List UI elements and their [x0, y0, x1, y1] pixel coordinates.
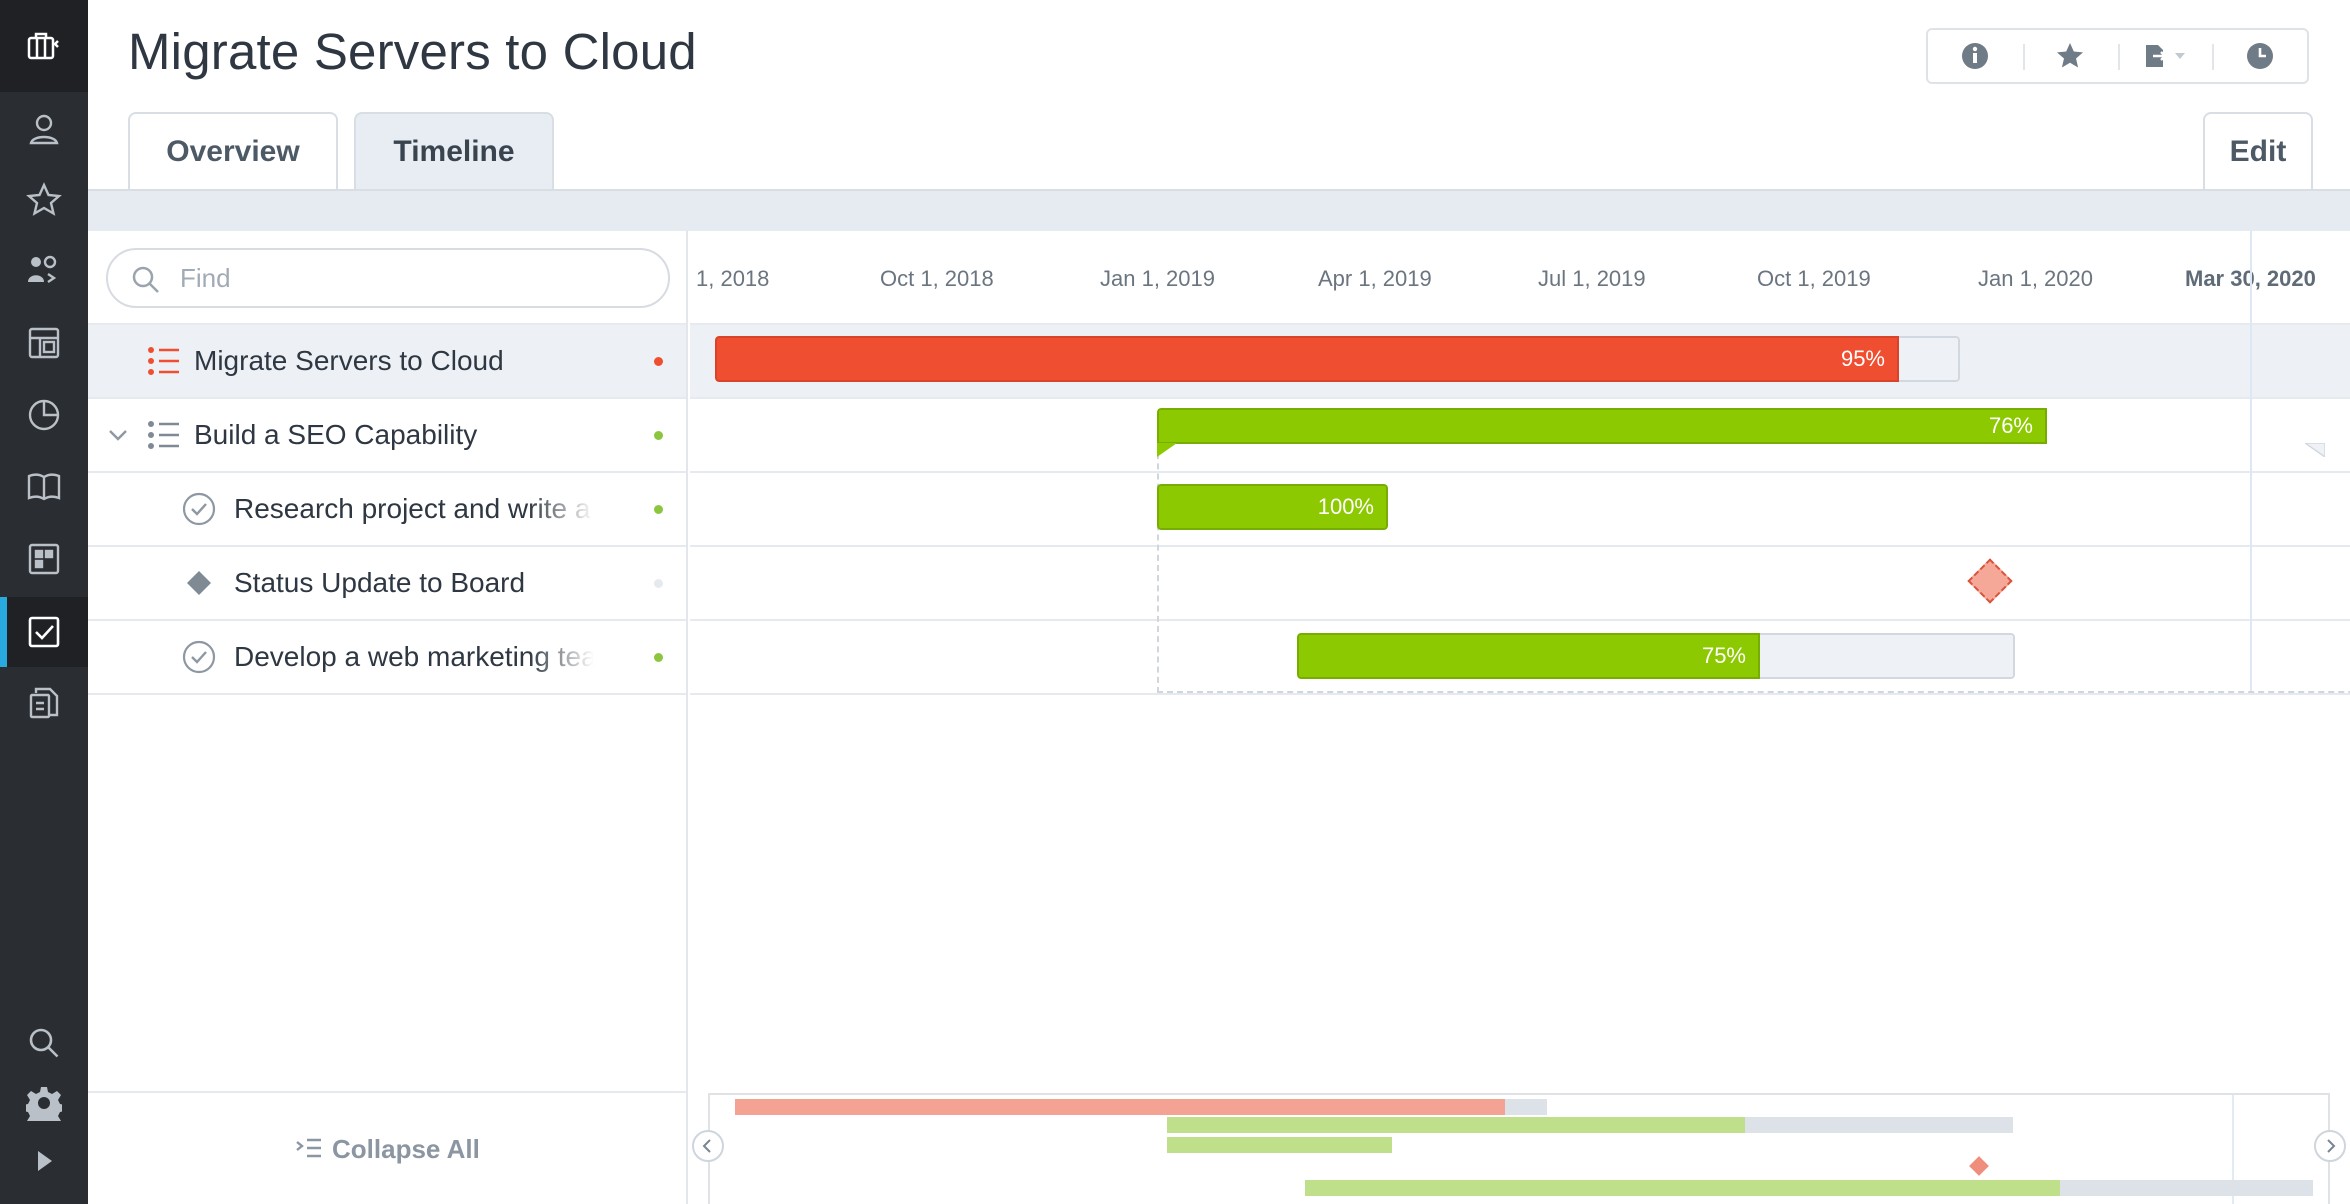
history-button[interactable]: [2212, 30, 2307, 82]
user-icon[interactable]: [0, 94, 88, 164]
panel-footer-divider: [88, 1091, 686, 1093]
chevron-down-icon[interactable]: [106, 423, 130, 447]
status-dot: [654, 579, 663, 588]
task-name: Migrate Servers to Cloud: [194, 345, 504, 376]
documents-icon[interactable]: [0, 668, 88, 738]
chevron-right-icon: [2327, 1139, 2336, 1153]
project-list-icon: [148, 421, 179, 449]
gantt-bar[interactable]: 100%: [1157, 484, 1388, 530]
axis-tick: Oct 1, 2019: [1757, 266, 1871, 291]
tab-overview[interactable]: Overview: [128, 112, 338, 190]
progress-label: 95%: [1840, 346, 1885, 371]
export-icon: [2145, 45, 2185, 67]
layout-icon[interactable]: [0, 308, 88, 378]
axis-tick: Jan 1, 2019: [1100, 266, 1215, 291]
bar-remaining: [1898, 336, 1960, 382]
overview-bar: [1167, 1117, 1745, 1133]
task-name: Research project and write a report: [234, 493, 594, 524]
gantt-bar[interactable]: 95%: [715, 336, 1960, 382]
collapse-icon: [296, 1138, 321, 1158]
sidebar: [0, 0, 88, 1204]
tab-timeline[interactable]: Timeline: [354, 112, 554, 190]
status-dot: [654, 357, 663, 366]
edit-button[interactable]: Edit: [2203, 112, 2313, 190]
star-icon[interactable]: [0, 165, 88, 235]
status-dot: [654, 505, 663, 514]
search-input[interactable]: [180, 258, 650, 298]
milestone-diamond-icon: [187, 571, 211, 595]
collapse-all-button[interactable]: Collapse All: [294, 1129, 480, 1169]
task-row[interactable]: Status Update to Board: [88, 545, 686, 619]
project-list-icon: [148, 347, 179, 375]
axis-tick: Jan 1, 2020: [1978, 266, 2093, 291]
task-row[interactable]: Research project and write a report: [88, 471, 686, 545]
expand-icon[interactable]: [0, 1126, 88, 1196]
axis-tick: Jul 1, 2019: [1538, 266, 1646, 291]
gantt-summary-bar[interactable]: 76%: [1157, 408, 2350, 444]
axis-tick: 1, 2018: [696, 266, 770, 291]
task-row[interactable]: Build a SEO Capability: [88, 397, 686, 471]
overview-milestone: [1969, 1156, 1989, 1176]
chevron-left-icon: [702, 1139, 711, 1153]
collapse-all-label: Collapse All: [332, 1133, 480, 1164]
timeline-axis: 1, 2018 Oct 1, 2018 Jan 1, 2019 Apr 1, 2…: [690, 231, 2350, 325]
task-name: Develop a web marketing team: [234, 641, 594, 672]
progress-label: 75%: [1701, 643, 1746, 668]
check-circle-icon[interactable]: [182, 640, 216, 674]
axis-tick: Oct 1, 2018: [880, 266, 994, 291]
bar-remaining: [1759, 633, 2015, 679]
page-title: Migrate Servers to Cloud: [128, 23, 697, 80]
task-list-panel: Migrate Servers to Cloud Build a SEO Cap…: [88, 231, 688, 1204]
overview-bar: [1305, 1180, 2060, 1196]
search-icon: [132, 266, 159, 293]
overview-bar-remaining: [2060, 1180, 2313, 1196]
task-row[interactable]: Develop a web marketing team: [88, 619, 686, 695]
checkbox-icon[interactable]: [0, 597, 88, 667]
check-circle-icon[interactable]: [182, 492, 216, 526]
favorite-button[interactable]: [2022, 30, 2118, 82]
pie-chart-icon[interactable]: [0, 380, 88, 450]
summary-notch-left: [1157, 443, 1177, 457]
toolbar: [1926, 28, 2309, 84]
progress-label: 76%: [1988, 413, 2033, 438]
info-icon: [1962, 43, 1989, 69]
export-button[interactable]: [2117, 30, 2213, 82]
info-button[interactable]: [1928, 30, 2023, 82]
overview-bar-remaining: [1745, 1117, 2013, 1133]
task-name: Status Update to Board: [234, 567, 526, 598]
gantt-bar[interactable]: 75%: [1297, 633, 2015, 679]
task-row[interactable]: Migrate Servers to Cloud: [88, 323, 686, 397]
search-box: [106, 248, 670, 308]
scroll-left-button[interactable]: [692, 1130, 724, 1162]
book-icon[interactable]: [0, 452, 88, 522]
tab-content-band: [88, 189, 2350, 231]
timeline-overview[interactable]: [708, 1093, 2330, 1204]
dashboard-icon[interactable]: [0, 524, 88, 594]
task-name: Build a SEO Capability: [194, 419, 478, 450]
overview-bar-remaining: [1505, 1099, 1547, 1115]
status-dot: [654, 431, 663, 440]
people-icon[interactable]: [0, 235, 88, 305]
star-icon: [2057, 43, 2084, 68]
axis-tick: Apr 1, 2019: [1318, 266, 1432, 291]
clock-icon: [2246, 43, 2273, 69]
progress-label: 100%: [1317, 494, 1374, 519]
gantt-timeline[interactable]: 1, 2018 Oct 1, 2018 Jan 1, 2019 Apr 1, 2…: [690, 231, 2350, 1204]
status-dot: [654, 653, 663, 662]
scroll-right-button[interactable]: [2314, 1130, 2346, 1162]
summary-notch-right: [2305, 443, 2325, 457]
overview-bar: [735, 1099, 1505, 1115]
overview-bar: [1167, 1137, 1392, 1153]
briefcase-icon[interactable]: [0, 11, 88, 81]
